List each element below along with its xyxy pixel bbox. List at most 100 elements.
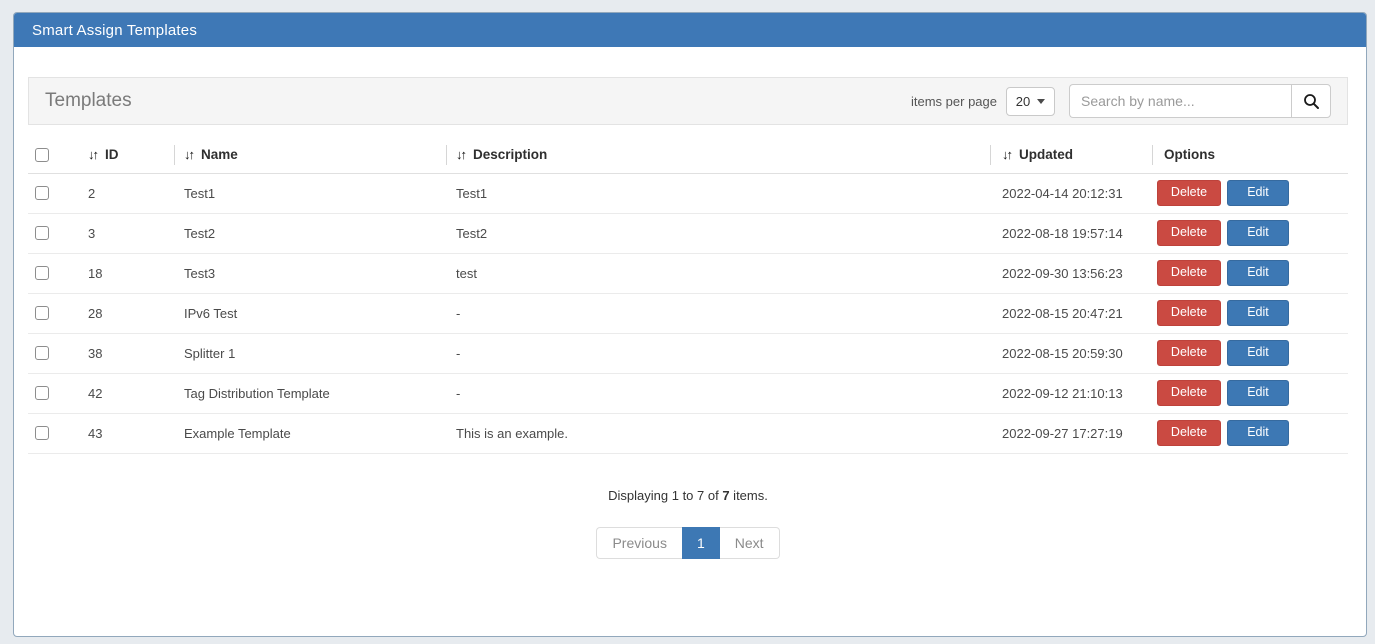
row-checkbox[interactable] (35, 266, 49, 280)
cell-name: IPv6 Test (174, 293, 446, 333)
sort-icon: ↓↑ (456, 147, 465, 162)
delete-button[interactable]: Delete (1157, 260, 1221, 286)
pagination-previous-button[interactable]: Previous (596, 527, 681, 559)
cell-options: DeleteEdit (1152, 213, 1348, 253)
smart-assign-templates-panel: Smart Assign Templates Templates items p… (13, 12, 1367, 637)
table-row: 28 IPv6 Test - 2022-08-15 20:47:21 Delet… (28, 293, 1348, 333)
delete-button[interactable]: Delete (1157, 380, 1221, 406)
table-header-row: ↓↑ ID ↓↑ Name ↓↑ Description ↓↑ Updated Opti… (28, 137, 1348, 173)
table-body: 2 Test1 Test1 2022-04-14 20:12:31 Delete… (28, 173, 1348, 453)
search-input[interactable] (1069, 84, 1291, 118)
delete-button[interactable]: Delete (1157, 300, 1221, 326)
cell-name: Test3 (174, 253, 446, 293)
delete-button[interactable]: Delete (1157, 420, 1221, 446)
cell-name: Splitter 1 (174, 333, 446, 373)
edit-button[interactable]: Edit (1227, 260, 1289, 286)
cell-updated: 2022-08-15 20:59:30 (990, 333, 1152, 373)
cell-id: 28 (78, 293, 174, 333)
row-select-cell (28, 413, 78, 453)
edit-button[interactable]: Edit (1227, 300, 1289, 326)
table-row: 2 Test1 Test1 2022-04-14 20:12:31 Delete… (28, 173, 1348, 213)
pagination-next-button[interactable]: Next (720, 527, 780, 559)
row-select-cell (28, 373, 78, 413)
items-per-page-value: 20 (1016, 94, 1030, 109)
cell-options: DeleteEdit (1152, 333, 1348, 373)
column-header-description[interactable]: ↓↑ Description (446, 137, 990, 173)
cell-description: - (446, 293, 990, 333)
summary-suffix: items. (730, 488, 768, 503)
summary-total: 7 (722, 488, 729, 503)
edit-button[interactable]: Edit (1227, 220, 1289, 246)
cell-name: Test1 (174, 173, 446, 213)
row-select-cell (28, 293, 78, 333)
cell-updated: 2022-08-18 19:57:14 (990, 213, 1152, 253)
cell-updated: 2022-09-12 21:10:13 (990, 373, 1152, 413)
pagination-page-1-button[interactable]: 1 (682, 527, 720, 559)
row-checkbox[interactable] (35, 426, 49, 440)
search-button[interactable] (1291, 84, 1331, 118)
delete-button[interactable]: Delete (1157, 220, 1221, 246)
delete-button[interactable]: Delete (1157, 340, 1221, 366)
column-label: Updated (1019, 147, 1073, 162)
row-select-cell (28, 173, 78, 213)
column-header-options: Options (1152, 137, 1348, 173)
column-label: ID (105, 147, 119, 162)
cell-name: Tag Distribution Template (174, 373, 446, 413)
row-checkbox[interactable] (35, 346, 49, 360)
cell-id: 42 (78, 373, 174, 413)
cell-options: DeleteEdit (1152, 253, 1348, 293)
row-select-cell (28, 333, 78, 373)
summary-prefix: Displaying 1 to 7 of (608, 488, 722, 503)
delete-button[interactable]: Delete (1157, 180, 1221, 206)
select-all-checkbox[interactable] (35, 148, 49, 162)
edit-button[interactable]: Edit (1227, 420, 1289, 446)
cell-options: DeleteEdit (1152, 173, 1348, 213)
cell-id: 3 (78, 213, 174, 253)
cell-description: - (446, 333, 990, 373)
cell-id: 2 (78, 173, 174, 213)
header-select-all (28, 137, 78, 173)
column-header-updated[interactable]: ↓↑ Updated (990, 137, 1152, 173)
column-label: Options (1164, 147, 1215, 162)
row-checkbox[interactable] (35, 186, 49, 200)
card-title: Templates (45, 90, 132, 112)
row-checkbox[interactable] (35, 226, 49, 240)
search-icon (1303, 93, 1320, 110)
column-label: Name (201, 147, 238, 162)
items-per-page-select[interactable]: 20 (1006, 87, 1055, 116)
sort-icon: ↓↑ (184, 147, 193, 162)
cell-options: DeleteEdit (1152, 373, 1348, 413)
panel-body: Templates items per page 20 (14, 47, 1366, 559)
row-select-cell (28, 253, 78, 293)
cell-name: Test2 (174, 213, 446, 253)
cell-description: This is an example. (446, 413, 990, 453)
chevron-down-icon (1037, 99, 1045, 104)
column-label: Description (473, 147, 547, 162)
cell-description: Test1 (446, 173, 990, 213)
window-title-bar: Smart Assign Templates (14, 13, 1366, 47)
edit-button[interactable]: Edit (1227, 380, 1289, 406)
pagination: Previous 1 Next (28, 527, 1348, 559)
cell-updated: 2022-09-27 17:27:19 (990, 413, 1152, 453)
table-row: 3 Test2 Test2 2022-08-18 19:57:14 Delete… (28, 213, 1348, 253)
search-group (1069, 84, 1331, 118)
row-checkbox[interactable] (35, 306, 49, 320)
sort-icon: ↓↑ (88, 147, 97, 162)
row-checkbox[interactable] (35, 386, 49, 400)
column-header-name[interactable]: ↓↑ Name (174, 137, 446, 173)
cell-updated: 2022-09-30 13:56:23 (990, 253, 1152, 293)
sort-icon: ↓↑ (1002, 147, 1011, 162)
edit-button[interactable]: Edit (1227, 340, 1289, 366)
column-header-id[interactable]: ↓↑ ID (78, 137, 174, 173)
cell-id: 38 (78, 333, 174, 373)
table-row: 18 Test3 test 2022-09-30 13:56:23 Delete… (28, 253, 1348, 293)
templates-table: ↓↑ ID ↓↑ Name ↓↑ Description ↓↑ Updated Opti… (28, 137, 1348, 454)
items-per-page-label: items per page (911, 94, 997, 109)
table-row: 38 Splitter 1 - 2022-08-15 20:59:30 Dele… (28, 333, 1348, 373)
cell-updated: 2022-08-15 20:47:21 (990, 293, 1152, 333)
edit-button[interactable]: Edit (1227, 180, 1289, 206)
row-select-cell (28, 213, 78, 253)
cell-name: Example Template (174, 413, 446, 453)
cell-updated: 2022-04-14 20:12:31 (990, 173, 1152, 213)
cell-options: DeleteEdit (1152, 413, 1348, 453)
